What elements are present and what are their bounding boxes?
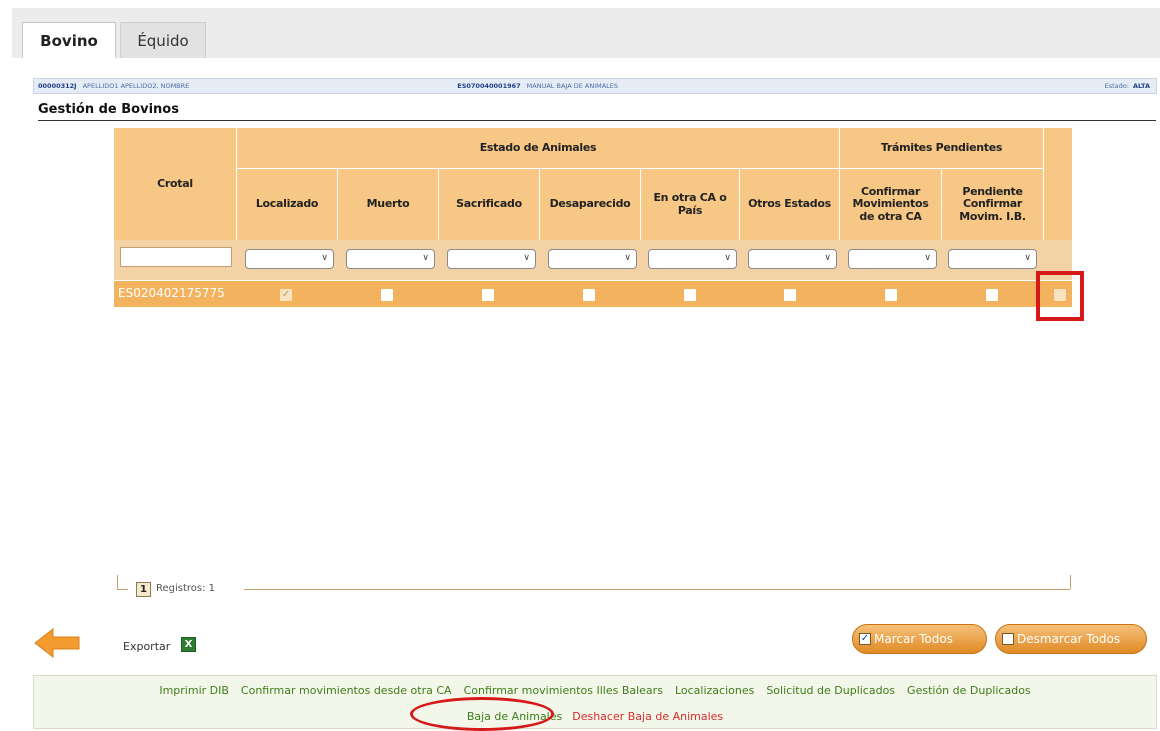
checkbox-checked-icon: ✓ [859,633,871,645]
tab-bar: Bovino Équido [12,8,1160,58]
sacrificado-filter-select[interactable]: ∨ [447,249,536,269]
highlight-ellipse [410,697,554,731]
highlight-box [1036,271,1084,321]
group-header-tramites: Trámites Pendientes [840,128,1043,168]
chevron-down-icon: ∨ [1024,253,1031,263]
pager-border [244,589,1070,590]
chevron-down-icon: ∨ [624,253,631,263]
chevron-down-icon: ∨ [321,253,328,263]
table-row[interactable]: ES020402175775 ✓ [114,281,1072,307]
chevron-down-icon: ∨ [924,253,931,263]
localizado-checkbox[interactable]: ✓ [280,289,292,301]
otra-ca-filter-select[interactable]: ∨ [648,249,737,269]
status-label: Estado: [1104,82,1129,90]
holder-name: APELLIDO1 APELLIDO2, NOMBRE [82,82,190,90]
link-localizaciones[interactable]: Localizaciones [675,684,754,697]
chevron-down-icon: ∨ [824,253,831,263]
link-imprimir-dib[interactable]: Imprimir DIB [159,684,229,697]
col-header-localizado[interactable]: Localizado [237,169,337,240]
muerto-filter-select[interactable]: ∨ [346,249,435,269]
pager-border [117,575,128,590]
crotal-filter-input[interactable] [120,247,232,267]
filter-row: ∨ ∨ ∨ ∨ ∨ ∨ ∨ ∨ [114,240,1072,280]
col-header-muerto[interactable]: Muerto [338,169,438,240]
arrow-left-icon[interactable] [33,626,81,660]
link-confirmar-illes-balears[interactable]: Confirmar movimientos Illes Balears [464,684,663,697]
col-header-otra-ca[interactable]: En otra CA o País [641,169,739,240]
farm-code: ES070040001967 [457,82,521,90]
checkbox-empty-icon [1002,633,1014,645]
group-header-estado: Estado de Animales [237,128,839,168]
pager-border [1070,575,1071,589]
otros-estados-filter-select[interactable]: ∨ [748,249,837,269]
export-label[interactable]: Exportar [123,640,170,653]
link-gestion-duplicados[interactable]: Gestión de Duplicados [907,684,1031,697]
desaparecido-filter-select[interactable]: ∨ [548,249,637,269]
desaparecido-checkbox[interactable] [583,289,595,301]
unmark-all-label: Desmarcar Todos [1017,632,1121,646]
pendiente-filter-select[interactable]: ∨ [948,249,1037,269]
section-divider [38,120,1156,121]
chevron-down-icon: ∨ [422,253,429,263]
col-header-select [1044,128,1072,240]
otros-estados-checkbox[interactable] [784,289,796,301]
link-solicitud-duplicados[interactable]: Solicitud de Duplicados [766,684,895,697]
col-header-otros-estados[interactable]: Otros Estados [740,169,839,240]
crotal-cell: ES020402175775 [118,286,225,300]
col-header-pendiente-confirmar[interactable]: Pendiente Confirmar Movim. I.B. [942,169,1043,240]
confirmar-checkbox[interactable] [885,289,897,301]
mark-all-label: Marcar Todos [874,632,953,646]
link-deshacer-baja[interactable]: Deshacer Baja de Animales [572,710,723,723]
muerto-checkbox[interactable] [381,289,393,301]
mark-all-button[interactable]: ✓ Marcar Todos [852,624,987,654]
confirmar-filter-select[interactable]: ∨ [848,249,937,269]
holder-info-bar: 00000312J APELLIDO1 APELLIDO2, NOMBRE ES… [33,78,1157,94]
tab-equido[interactable]: Équido [120,22,206,58]
col-header-confirmar-movimientos[interactable]: Confirmar Movimientos de otra CA [840,169,941,240]
records-count: Registros: 1 [156,583,216,594]
holder-id: 00000312J [38,82,77,90]
sacrificado-checkbox[interactable] [482,289,494,301]
link-confirmar-otra-ca[interactable]: Confirmar movimientos desde otra CA [241,684,452,697]
section-title: Gestión de Bovinos [38,102,179,117]
chevron-down-icon: ∨ [523,253,530,263]
tab-bovino[interactable]: Bovino [22,22,116,58]
col-header-crotal[interactable]: Crotal [114,128,236,240]
excel-icon[interactable]: X [181,637,196,652]
farm-description: MANUAL BAJA DE ANIMALES [526,82,619,90]
page-1-button[interactable]: 1 [136,582,151,597]
col-header-sacrificado[interactable]: Sacrificado [439,169,539,240]
localizado-filter-select[interactable]: ∨ [245,249,334,269]
otra-ca-checkbox[interactable] [684,289,696,301]
status-value: ALTA [1132,82,1150,90]
chevron-down-icon: ∨ [724,253,731,263]
pendiente-checkbox[interactable] [986,289,998,301]
unmark-all-button[interactable]: Desmarcar Todos [995,624,1147,654]
col-header-desaparecido[interactable]: Desaparecido [540,169,640,240]
footer-links-panel: Imprimir DIB Confirmar movimientos desde… [33,675,1157,729]
